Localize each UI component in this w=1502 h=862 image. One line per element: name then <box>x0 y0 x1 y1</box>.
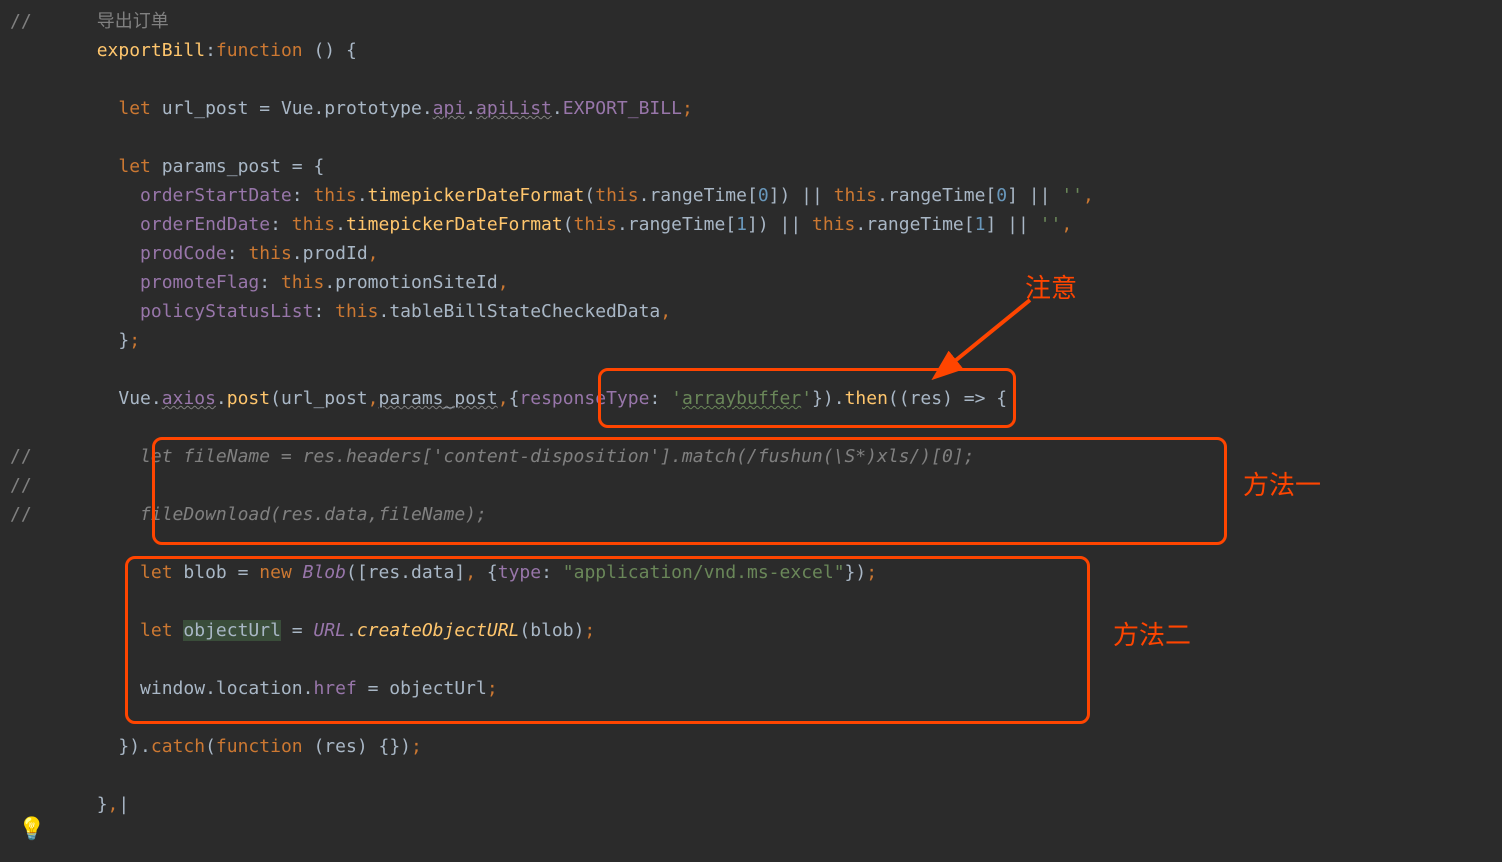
comment-marker: // <box>10 11 97 32</box>
code-line[interactable]: let blob = new Blob([res.data], {type: "… <box>0 559 1502 588</box>
method: timepickerDateFormat <box>346 214 563 235</box>
code-line[interactable]: }).catch(function (res) {}); <box>0 733 1502 762</box>
property: orderEndDate <box>140 214 270 235</box>
string: "application/vnd.ms-excel" <box>563 562 845 583</box>
keyword: let <box>118 98 161 119</box>
keyword: new <box>259 562 302 583</box>
property: policyStatusList <box>140 301 313 322</box>
comment-text: 导出订单 <box>97 11 169 32</box>
keyword: this <box>248 243 291 264</box>
code-line[interactable]: window.location.href = objectUrl; <box>0 675 1502 704</box>
property: responseType <box>519 388 649 409</box>
lightbulb-icon[interactable]: 💡 <box>18 812 45 847</box>
property: type <box>498 562 541 583</box>
code-line[interactable]: let objectUrl = URL.createObjectURL(blob… <box>0 617 1502 646</box>
code-line[interactable]: // fileDownload(res.data,fileName); <box>0 501 1502 530</box>
code-line[interactable] <box>0 646 1502 675</box>
keyword: catch <box>151 736 205 757</box>
class-name: URL <box>313 620 346 641</box>
code-line[interactable] <box>0 704 1502 733</box>
comment-code: let fileName = res.headers['content-disp… <box>140 446 974 467</box>
code-line[interactable] <box>0 356 1502 385</box>
method: createObjectURL <box>357 620 520 641</box>
code-line[interactable]: }; <box>0 327 1502 356</box>
keyword: this <box>292 214 335 235</box>
code-line[interactable]: prodCode: this.prodId, <box>0 240 1502 269</box>
comment-marker: // <box>10 446 140 467</box>
keyword: function <box>216 40 314 61</box>
comment-code: fileDownload(res.data,fileName); <box>140 504 487 525</box>
keyword: this <box>574 214 617 235</box>
property: href <box>313 678 367 699</box>
string: arraybuffer <box>682 388 801 409</box>
code-line[interactable]: orderStartDate: this.timepickerDateForma… <box>0 182 1502 211</box>
code-line[interactable] <box>0 588 1502 617</box>
code-line[interactable]: let params_post = { <box>0 153 1502 182</box>
property: apiList <box>476 98 552 119</box>
keyword: this <box>812 214 855 235</box>
method: timepickerDateFormat <box>368 185 585 206</box>
keyword: this <box>834 185 877 206</box>
code-line[interactable]: // 导出订单 <box>0 8 1502 37</box>
code-line[interactable] <box>0 414 1502 443</box>
code-line[interactable]: orderEndDate: this.timepickerDateFormat(… <box>0 211 1502 240</box>
keyword: let <box>140 620 183 641</box>
code-line[interactable]: },| <box>0 791 1502 820</box>
code-line[interactable]: policyStatusList: this.tableBillStateChe… <box>0 298 1502 327</box>
method: then <box>845 388 888 409</box>
function-name: exportBill <box>97 40 205 61</box>
code-line[interactable]: // <box>0 472 1502 501</box>
keyword: this <box>313 185 356 206</box>
code-line[interactable]: exportBill:function () { <box>0 37 1502 66</box>
property: promoteFlag <box>140 272 259 293</box>
code-line[interactable]: promoteFlag: this.promotionSiteId, <box>0 269 1502 298</box>
code-line[interactable]: Vue.axios.post(url_post,params_post,{res… <box>0 385 1502 414</box>
caret: | <box>118 794 129 815</box>
code-line[interactable] <box>0 762 1502 791</box>
method: post <box>227 388 270 409</box>
keyword: let <box>140 562 183 583</box>
code-line[interactable] <box>0 124 1502 153</box>
keyword: function <box>216 736 314 757</box>
property: prodCode <box>140 243 227 264</box>
constant: EXPORT_BILL <box>563 98 682 119</box>
code-line[interactable] <box>0 530 1502 559</box>
highlighted-var: objectUrl <box>183 620 281 641</box>
class-name: Blob <box>303 562 346 583</box>
keyword: this <box>281 272 324 293</box>
keyword: let <box>118 156 161 177</box>
keyword: this <box>335 301 378 322</box>
property: api <box>433 98 466 119</box>
comment-marker: // <box>10 504 140 525</box>
property: axios <box>162 388 216 409</box>
comment-marker: // <box>10 475 32 496</box>
code-line[interactable]: // let fileName = res.headers['content-d… <box>0 443 1502 472</box>
code-editor[interactable]: // 导出订单 exportBill:function () { let url… <box>0 0 1502 862</box>
code-line[interactable]: let url_post = Vue.prototype.api.apiList… <box>0 95 1502 124</box>
keyword: this <box>595 185 638 206</box>
code-line[interactable] <box>0 66 1502 95</box>
property: orderStartDate <box>140 185 292 206</box>
